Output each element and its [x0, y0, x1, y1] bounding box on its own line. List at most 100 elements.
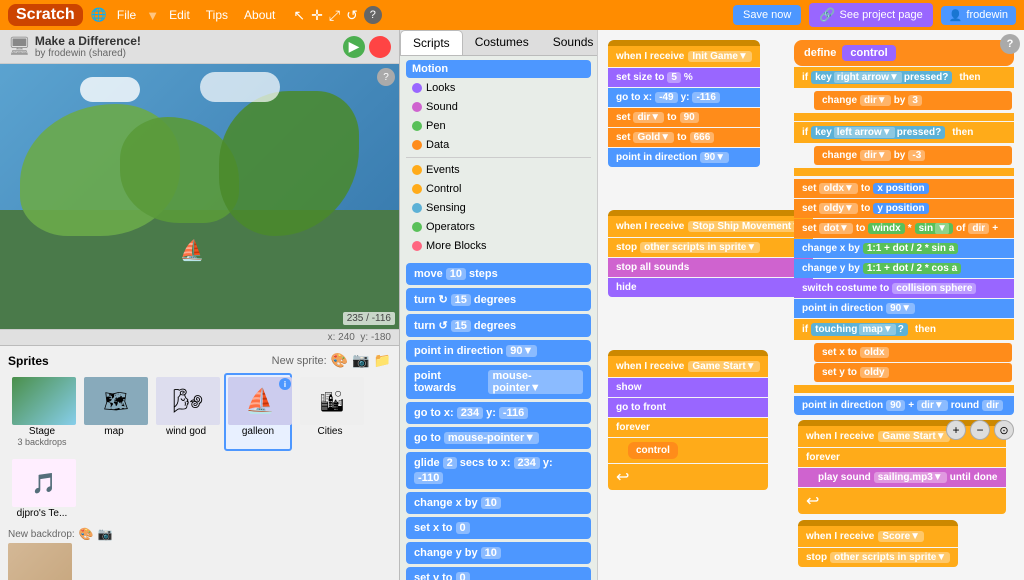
block-stop-scripts[interactable]: stop other scripts in sprite▼	[608, 238, 813, 257]
block-set-y[interactable]: set y to 0	[406, 567, 591, 580]
block-point-dir-round[interactable]: point in direction 90 + dir▼ round dir	[794, 396, 1014, 415]
file-menu[interactable]: File	[111, 6, 142, 24]
block-goto[interactable]: go to mouse-pointer▼	[406, 427, 591, 449]
zoom-reset-btn[interactable]: ⊙	[994, 420, 1014, 440]
block-switch-costume[interactable]: switch costume to collision sphere	[794, 279, 1014, 298]
zoom-out-btn[interactable]: −	[970, 420, 990, 440]
block-forever2[interactable]: forever	[798, 448, 1006, 467]
resize-icon[interactable]: ⤢	[329, 7, 340, 24]
event-init-game[interactable]: when I receive Init Game▼	[608, 40, 760, 67]
if-touching-map: if touching map▼ ? then	[794, 319, 1014, 340]
script-help-btn[interactable]: ?	[1000, 34, 1020, 54]
topbar: Scratch 🌐 File ▼ Edit Tips About ↖ ✛ ⤢ ↺…	[0, 0, 1024, 30]
cat-events[interactable]: Events	[406, 161, 591, 179]
block-change-y[interactable]: change y by 10	[406, 542, 591, 564]
tips-menu[interactable]: Tips	[200, 6, 234, 24]
zoom-in-btn[interactable]: +	[946, 420, 966, 440]
blocks-palette: Scripts Costumes Sounds Motion Looks Sou…	[400, 30, 598, 580]
block-forever1[interactable]: forever	[608, 418, 768, 437]
user-badge[interactable]: 👤 frodewin	[941, 6, 1016, 25]
block-point-direction[interactable]: point in direction 90▼	[406, 340, 591, 362]
block-set-x[interactable]: set x to 0	[406, 517, 591, 539]
tab-sounds[interactable]: Sounds	[541, 30, 606, 55]
block-point-dir3[interactable]: point in direction 90▼	[794, 299, 1014, 318]
cat-motion[interactable]: Motion	[406, 60, 591, 78]
edit-menu[interactable]: Edit	[163, 6, 196, 24]
block-set-oldx[interactable]: set oldx▼ to x position	[794, 179, 1014, 198]
block-change-x[interactable]: change x by 10	[406, 492, 591, 514]
block-hide[interactable]: hide	[608, 278, 813, 297]
photo-sprite-btn[interactable]: 📷	[352, 352, 369, 369]
script-editor: when I receive Init Game▼ set size to 5 …	[598, 30, 1024, 580]
block-categories: Motion Looks Sound Pen Data Events	[400, 56, 597, 259]
sprite-item-stage[interactable]: Stage 3 backdrops	[8, 373, 76, 451]
sprite-item-windgod[interactable]: 🌬 wind god	[152, 373, 220, 451]
paint-backdrop-btn[interactable]: 🎨	[79, 527, 94, 541]
sprite-item-galleon[interactable]: ⛵ i galleon	[224, 373, 292, 451]
cat-looks[interactable]: Looks	[406, 79, 591, 97]
block-stop-scripts2[interactable]: stop other scripts in sprite▼	[798, 548, 958, 567]
block-set-dir[interactable]: set dir▼ to 90	[608, 108, 760, 127]
sprite-item-map[interactable]: 🗺 map	[80, 373, 148, 451]
block-define[interactable]: define control	[794, 40, 1014, 66]
tab-costumes[interactable]: Costumes	[463, 30, 541, 55]
block-set-oldy[interactable]: set oldy▼ to y position	[794, 199, 1014, 218]
block-go-to-front[interactable]: go to front	[608, 398, 768, 417]
sprite-name-map: map	[84, 426, 144, 437]
block-turn-ccw[interactable]: turn ↺ 15 degrees	[406, 314, 591, 337]
block-goto-xy2[interactable]: go to x: -49 y: -116	[608, 88, 760, 107]
cat-sensing[interactable]: Sensing	[406, 199, 591, 217]
paint-sprite-btn[interactable]: 🎨	[331, 352, 348, 369]
tab-scripts[interactable]: Scripts	[400, 30, 463, 55]
help-icon[interactable]: ?	[364, 6, 382, 24]
new-sprite-label: New sprite:	[272, 355, 327, 367]
block-turn-cw[interactable]: turn ↻ 15 degrees	[406, 288, 591, 311]
block-set-x-oldx[interactable]: set x to oldx	[814, 343, 1012, 362]
scratch-logo[interactable]: Scratch	[8, 4, 83, 26]
cat-operators[interactable]: Operators	[406, 218, 591, 236]
change-dir-left[interactable]: change dir▼ by -3	[794, 144, 1014, 167]
globe-icon[interactable]: 🌐	[91, 7, 107, 23]
block-point-dir2[interactable]: point in direction 90▼	[608, 148, 760, 167]
change-dir-right[interactable]: change dir▼ by 3	[794, 89, 1014, 112]
stop-btn[interactable]	[369, 36, 391, 58]
score-backdrop[interactable]	[8, 543, 72, 580]
cat-more[interactable]: More Blocks	[406, 237, 591, 255]
sprite-item-cities[interactable]: 🏙 Cities	[296, 373, 364, 451]
save-now-button[interactable]: Save now	[733, 5, 801, 25]
cat-sound[interactable]: Sound	[406, 98, 591, 116]
crosshair-icon[interactable]: ✛	[311, 7, 323, 24]
block-point-towards[interactable]: point towards mouse-pointer▼	[406, 365, 591, 399]
cat-data[interactable]: Data	[406, 136, 591, 154]
block-stop-sounds[interactable]: stop all sounds	[608, 258, 813, 277]
photo-backdrop-btn[interactable]: 📷	[98, 527, 113, 541]
upload-sprite-btn[interactable]: 📁	[374, 352, 391, 369]
green-flag-btn[interactable]: ▶	[343, 36, 365, 58]
cat-pen[interactable]: Pen	[406, 117, 591, 135]
block-control-call[interactable]: control	[608, 438, 768, 463]
cat-control[interactable]: Control	[406, 180, 591, 198]
block-set-dot[interactable]: set dot▼ to windx * sin▼ of dir +	[794, 219, 1014, 238]
rotate-icon[interactable]: ↺	[346, 7, 358, 24]
block-goto-xy[interactable]: go to x: 234 y: -116	[406, 402, 591, 424]
block-show[interactable]: show	[608, 378, 768, 397]
block-set-size[interactable]: set size to 5 %	[608, 68, 760, 87]
event-stop-ship[interactable]: when I receive Stop Ship Movement▼	[608, 210, 813, 237]
block-set-y-oldy[interactable]: set y to oldy	[814, 363, 1012, 382]
block-change-x2[interactable]: change x by 1:1 + dot / 2 * sin a	[794, 239, 1014, 258]
sprite-item-djpro[interactable]: 🎵 djpro's Te...	[8, 455, 76, 523]
event-score[interactable]: when I receive Score▼	[798, 520, 958, 547]
block-move[interactable]: move 10 steps	[406, 263, 591, 285]
cursor-icon[interactable]: ↖	[293, 7, 305, 24]
script-canvas[interactable]: when I receive Init Game▼ set size to 5 …	[598, 30, 1024, 580]
block-list: move 10 steps turn ↻ 15 degrees turn ↺ 1…	[400, 259, 597, 580]
event-game-start1[interactable]: when I receive Game Start▼	[608, 350, 768, 377]
block-glide[interactable]: glide 2 secs to x: 234 y: -110	[406, 452, 591, 489]
block-set-gold[interactable]: set Gold▼ to 666	[608, 128, 760, 147]
see-project-button[interactable]: 🔗 See project page	[809, 3, 932, 27]
left-panel: 🖥 Make a Difference! by frodewin (shared…	[0, 30, 400, 580]
block-change-y2[interactable]: change y by 1:1 + dot / 2 * cos a	[794, 259, 1014, 278]
about-menu[interactable]: About	[238, 6, 281, 24]
stage-help-btn[interactable]: ?	[377, 68, 395, 86]
block-play-sound[interactable]: play sound sailing.mp3▼ until done	[798, 468, 1006, 487]
